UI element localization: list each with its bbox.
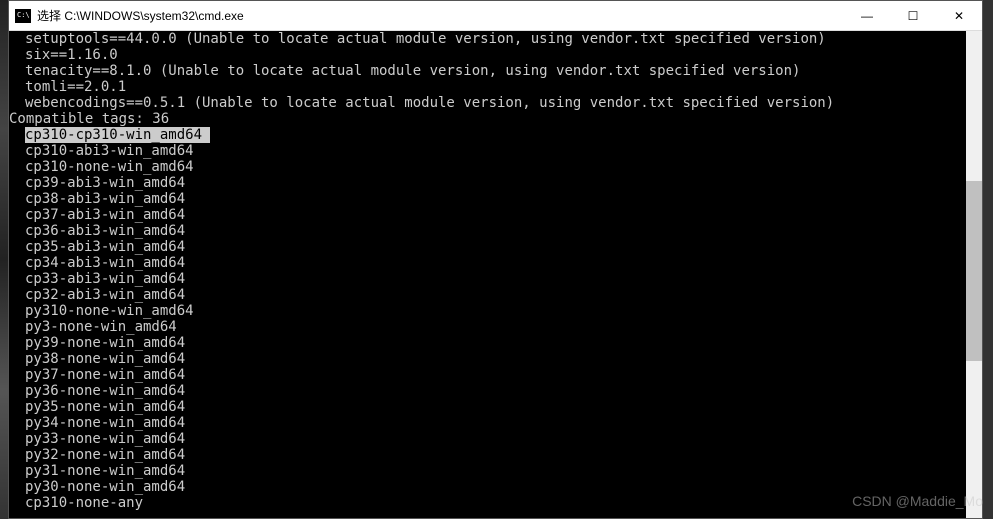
terminal-line: six==1.16.0: [9, 47, 982, 63]
terminal-line: py35-none-win_amd64: [9, 399, 982, 415]
terminal-line: tomli==2.0.1: [9, 79, 982, 95]
terminal-line: cp310-abi3-win_amd64: [9, 143, 982, 159]
maximize-button[interactable]: ☐: [890, 1, 936, 30]
terminal-line: py30-none-win_amd64: [9, 479, 982, 495]
window-controls: — ☐ ✕: [844, 1, 982, 30]
terminal-line: py31-none-win_amd64: [9, 463, 982, 479]
terminal-line: py38-none-win_amd64: [9, 351, 982, 367]
close-button[interactable]: ✕: [936, 1, 982, 30]
terminal-line: setuptools==44.0.0 (Unable to locate act…: [9, 31, 982, 47]
minimize-button[interactable]: —: [844, 1, 890, 30]
terminal-line: cp33-abi3-win_amd64: [9, 271, 982, 287]
cmd-window: 选择 C:\WINDOWS\system32\cmd.exe — ☐ ✕ set…: [8, 0, 983, 519]
desktop-edge: [0, 0, 8, 519]
terminal-line: py34-none-win_amd64: [9, 415, 982, 431]
terminal-line: cp32-abi3-win_amd64: [9, 287, 982, 303]
window-title: 选择 C:\WINDOWS\system32\cmd.exe: [37, 7, 844, 24]
terminal-line: py37-none-win_amd64: [9, 367, 982, 383]
cmd-icon: [15, 9, 31, 23]
terminal-line: py39-none-win_amd64: [9, 335, 982, 351]
terminal-line: cp36-abi3-win_amd64: [9, 223, 982, 239]
terminal-line: cp310-none-any: [9, 495, 982, 511]
terminal-line: tenacity==8.1.0 (Unable to locate actual…: [9, 63, 982, 79]
terminal-line: py33-none-win_amd64: [9, 431, 982, 447]
terminal-line: cp34-abi3-win_amd64: [9, 255, 982, 271]
terminal-line: webencodings==0.5.1 (Unable to locate ac…: [9, 95, 982, 111]
terminal-line: Compatible tags: 36: [9, 111, 982, 127]
terminal-line: cp310-cp310-win_amd64: [9, 127, 982, 143]
titlebar[interactable]: 选择 C:\WINDOWS\system32\cmd.exe — ☐ ✕: [9, 1, 982, 31]
terminal-line: py32-none-win_amd64: [9, 447, 982, 463]
scrollbar-thumb[interactable]: [966, 181, 982, 361]
terminal-line: cp35-abi3-win_amd64: [9, 239, 982, 255]
terminal-line: py3-none-win_amd64: [9, 319, 982, 335]
scrollbar-track[interactable]: [966, 31, 982, 518]
terminal-line: py36-none-win_amd64: [9, 383, 982, 399]
terminal-line: cp310-none-win_amd64: [9, 159, 982, 175]
selected-text: cp310-cp310-win_amd64: [25, 127, 210, 143]
terminal-line: cp38-abi3-win_amd64: [9, 191, 982, 207]
terminal-output[interactable]: setuptools==44.0.0 (Unable to locate act…: [9, 31, 982, 518]
terminal-line: cp37-abi3-win_amd64: [9, 207, 982, 223]
terminal-line: cp39-abi3-win_amd64: [9, 175, 982, 191]
terminal-line: py310-none-win_amd64: [9, 303, 982, 319]
